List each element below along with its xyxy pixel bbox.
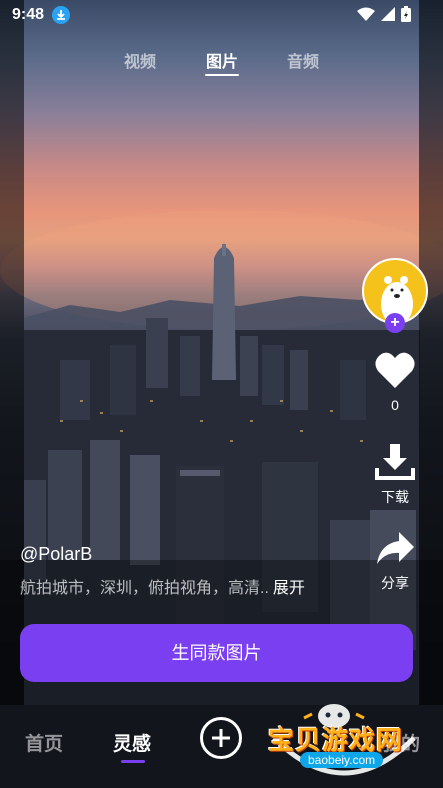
download-action[interactable]: 下载 [365,442,425,507]
active-tab-underline [205,74,239,76]
download-label: 下载 [381,489,409,505]
download-icon [375,444,415,480]
site-watermark: 宝贝游戏网 baobeiy.com [262,690,432,780]
tab-audio[interactable]: 音频 [287,48,319,72]
download-notification-icon [52,6,70,24]
create-plus-button[interactable] [200,717,242,759]
status-bar: 9:48 [0,0,443,30]
expand-link[interactable]: 展开 [273,580,305,597]
heart-icon [375,352,415,388]
tab-image[interactable]: 图片 [206,48,238,72]
wifi-icon [357,7,375,21]
battery-icon [401,6,411,22]
description-text: 航拍城市，深圳，俯拍视角，高清.. [20,580,269,597]
nav-home[interactable]: 首页 [25,729,63,756]
like-action[interactable]: 0 [365,350,425,413]
media-type-tabs: 视频 图片 音频 [0,48,443,78]
watermark-url: baobeiy.com [300,752,384,768]
post-description: 航拍城市，深圳，俯拍视角，高清.. 展开 [20,574,305,598]
follow-plus-button[interactable]: + [385,313,405,333]
tab-video[interactable]: 视频 [124,48,156,72]
app-screen: 9:48 视频 图片 音频 + 0 下载 分享 @PolarB 航拍城市，深圳，… [0,0,443,788]
nav-active-indicator [121,760,145,763]
like-count: 0 [391,397,399,413]
status-time: 9:48 [12,6,45,23]
signal-icon [381,7,395,21]
photo-edge-shade-left [0,0,24,705]
nav-inspiration[interactable]: 灵感 [113,729,151,756]
author-username[interactable]: @PolarB [20,544,92,565]
share-action[interactable]: 分享 [365,530,425,593]
status-icons [357,6,411,22]
share-label: 分享 [381,575,409,591]
generate-similar-image-button[interactable]: 生同款图片 [20,624,413,682]
share-arrow-icon [377,532,414,564]
